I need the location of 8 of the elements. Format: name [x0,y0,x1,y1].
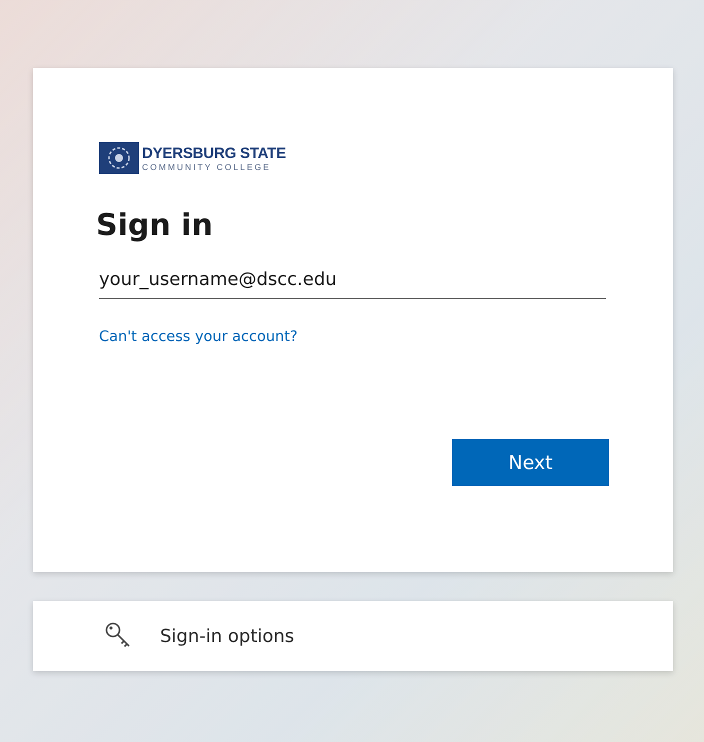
college-emblem-icon [99,142,139,174]
sign-in-heading: Sign in [96,208,214,243]
email-input-field[interactable]: your_username@dscc.edu [99,269,606,299]
college-name: DYERSBURG STATE [142,144,286,162]
next-button[interactable]: Next [452,439,609,486]
account-help-link[interactable]: Can't access your account? [99,329,298,345]
sign-in-options-button[interactable]: Sign-in options [33,601,673,671]
college-subtitle: COMMUNITY COLLEGE [142,162,272,172]
